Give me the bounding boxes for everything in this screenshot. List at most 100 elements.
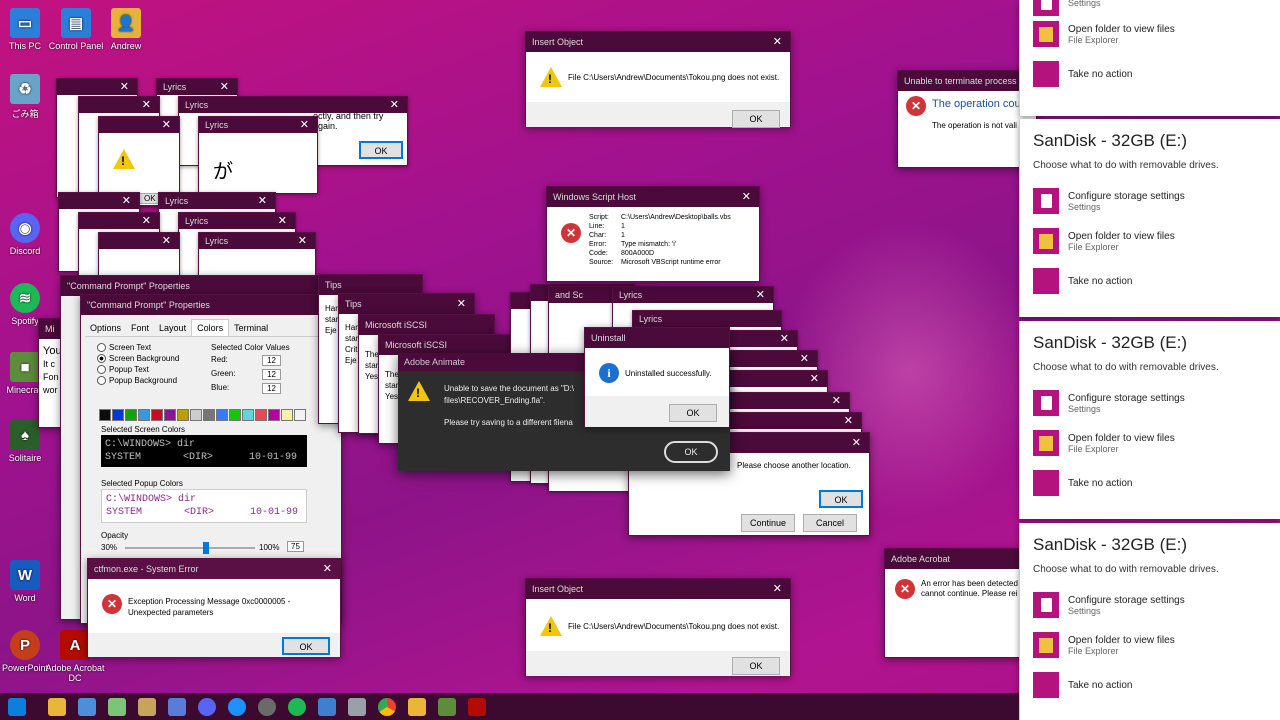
notepad-icon[interactable] [108,697,126,716]
cancel-button[interactable]: Cancel [803,514,857,532]
close-icon[interactable]: ✕ [852,433,861,453]
color-swatch[interactable] [281,409,293,421]
media-icon[interactable] [258,697,276,716]
toast-option-open-folder[interactable]: Open folder to view files File Explorer [1020,625,1280,665]
color-swatch[interactable] [138,409,150,421]
ok-button[interactable]: OK [819,490,863,508]
autoplay-toast[interactable]: SanDisk - 32GB (E:) Choose what to do wi… [1019,523,1280,720]
toast-option-no-action[interactable]: Take no action [1020,665,1280,705]
toast-option-settings[interactable]: Settings [1020,0,1280,16]
close-icon[interactable]: ✕ [142,97,151,113]
toast-option-open-folder[interactable]: Open folder to view files File Explorer [1020,221,1280,261]
radio-popup-background[interactable]: Popup Background [97,376,179,385]
image-viewer-icon[interactable] [168,697,186,716]
toast-option-configure[interactable]: Configure storage settings Settings [1020,383,1280,423]
desktop-icon-recycle-bin[interactable]: ♻ ごみ箱 [0,74,56,120]
ok-button[interactable]: OK [732,657,780,675]
tab-options[interactable]: Options [85,320,126,336]
close-icon[interactable]: ✕ [756,287,765,303]
color-swatch[interactable] [255,409,267,421]
close-icon[interactable]: ✕ [323,559,332,579]
color-swatch[interactable] [125,409,137,421]
control-panel-icon[interactable] [318,697,336,716]
lyrics-window[interactable]: Lyrics ✕ が [198,116,318,194]
discord-icon[interactable] [198,697,216,716]
close-icon[interactable]: ✕ [832,393,841,409]
close-icon[interactable]: ✕ [278,213,287,229]
wsh-dialog[interactable]: Windows Script Host ✕ ✕ Script: Line: Char:… [546,186,760,282]
tab-colors[interactable]: Colors [191,319,230,336]
close-icon[interactable]: ✕ [773,32,782,52]
color-palette[interactable] [99,409,307,424]
tool-icon[interactable] [348,697,366,716]
close-icon[interactable]: ✕ [220,79,229,95]
green-field[interactable]: 12 [262,369,281,380]
toast-option-no-action[interactable]: Take no action [1020,261,1280,301]
slider-thumb[interactable] [203,542,209,554]
paint-icon[interactable] [138,697,156,716]
insert-object-dialog[interactable]: Insert Object ✕ File C:\Users\Andrew\Docu… [525,578,791,676]
terminate-process-dialog[interactable]: Unable to terminate process ✕ The operat… [897,70,1037,168]
close-icon[interactable]: ✕ [810,371,819,387]
toast-option-configure[interactable]: Configure storage settings Settings [1020,585,1280,625]
tab-terminal[interactable]: Terminal [229,320,273,336]
toast-option-no-action[interactable]: Take no action [1020,463,1280,503]
radio-screen-text[interactable]: Screen Text [97,343,179,352]
file-explorer-icon[interactable] [48,697,66,716]
start-icon[interactable] [8,697,26,716]
color-swatch[interactable] [177,409,189,421]
spotify-icon[interactable] [288,697,306,716]
close-icon[interactable]: ✕ [122,193,131,209]
color-swatch[interactable] [294,409,306,421]
minecraft-icon[interactable] [438,697,456,716]
tab-font[interactable]: Font [126,320,154,336]
opacity-slider[interactable] [125,542,255,554]
close-icon[interactable]: ✕ [162,117,171,133]
insert-object-dialog[interactable]: Insert Object ✕ File C:\Users\Andrew\Docu… [525,31,791,128]
desktop-icon-andrew[interactable]: 👤 Andrew [95,8,157,51]
desktop-icon-word[interactable]: W Word [0,560,56,603]
ok-button[interactable]: OK [669,404,717,422]
close-icon[interactable]: ✕ [298,233,307,249]
close-icon[interactable]: ✕ [773,579,782,599]
tab-layout[interactable]: Layout [154,320,191,336]
close-icon[interactable]: ✕ [742,187,751,207]
radio-screen-background[interactable]: Screen Background [97,354,179,363]
toast-option-no-action[interactable]: Take no action [1020,54,1280,94]
opacity-value-field[interactable]: 75 [287,541,304,552]
autoplay-toast[interactable]: SanDisk - 32GB (E:) Choose what to do wi… [1019,119,1280,317]
color-swatch[interactable] [216,409,228,421]
close-icon[interactable]: ✕ [142,213,151,229]
continue-button[interactable]: Continue [741,514,795,532]
toast-option-open-folder[interactable]: Open folder to view files File Explorer [1020,423,1280,463]
color-swatch[interactable] [190,409,202,421]
close-icon[interactable]: ✕ [844,413,853,429]
ok-button[interactable]: OK [359,141,403,159]
close-icon[interactable]: ✕ [162,233,171,249]
toast-option-configure[interactable]: Configure storage settings Settings [1020,181,1280,221]
ok-button[interactable]: OK [732,110,780,128]
desktop-icon-discord[interactable]: ◉ Discord [0,213,56,256]
autoplay-toast[interactable]: SanDisk - 32GB (E:) Choose what to do wi… [1019,321,1280,519]
close-icon[interactable]: ✕ [780,331,789,347]
blue-field[interactable]: 12 [262,383,281,394]
color-swatch[interactable] [268,409,280,421]
color-swatch[interactable] [242,409,254,421]
photos-icon[interactable] [228,697,246,716]
acrobat-error-dialog[interactable]: Adobe Acrobat ✕ An error has been detect… [884,548,1034,658]
toast-option-open-folder[interactable]: Open folder to view files File Explorer [1020,14,1280,54]
close-icon[interactable]: ✕ [800,351,809,367]
color-swatch[interactable] [164,409,176,421]
close-icon[interactable]: ✕ [120,79,129,95]
uninstall-dialog[interactable]: Uninstall i Uninstalled successfully. OK [584,327,730,427]
ctfmon-error-dialog[interactable]: ctfmon.exe - System Error ✕ ✕ Exception P… [87,558,341,657]
red-field[interactable]: 12 [262,355,281,366]
close-icon[interactable]: ✕ [457,294,466,314]
radio-popup-text[interactable]: Popup Text [97,365,179,374]
ok-button[interactable]: OK [664,441,718,463]
close-icon[interactable]: ✕ [258,193,267,209]
color-swatch[interactable] [151,409,163,421]
close-icon[interactable]: ✕ [300,117,309,133]
color-swatch[interactable] [203,409,215,421]
color-swatch[interactable] [112,409,124,421]
